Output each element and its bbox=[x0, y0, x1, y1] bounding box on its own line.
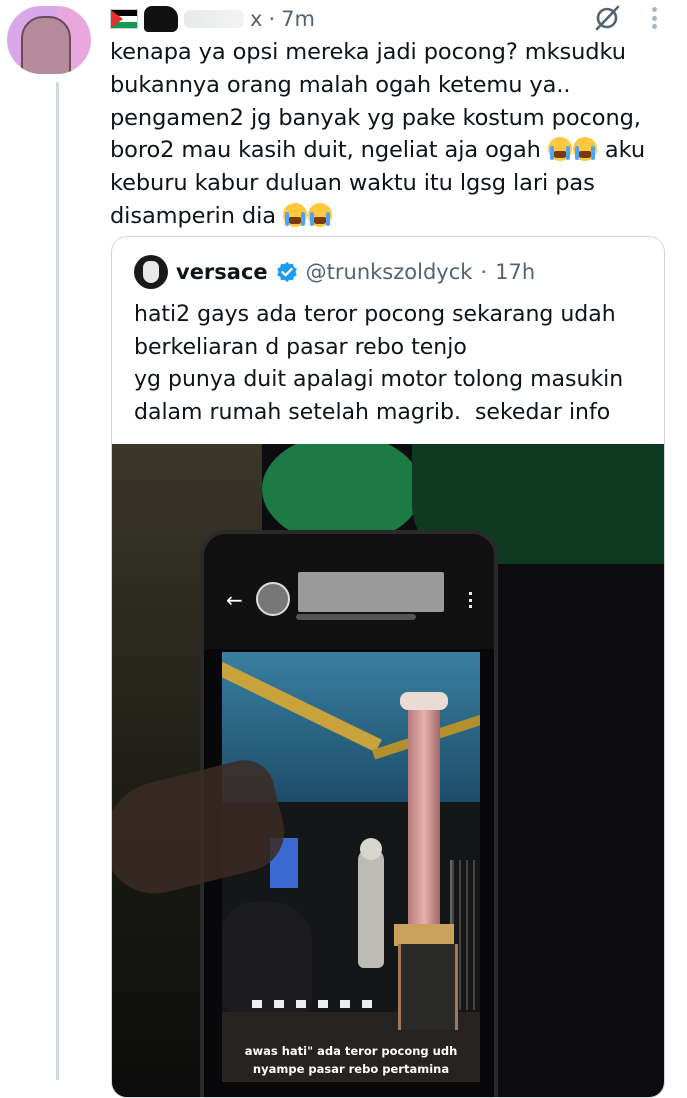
separator-dot: · bbox=[268, 7, 276, 31]
quoted-tweet-card[interactable]: versace @trunkszoldyck · 17h hati2 gays … bbox=[111, 236, 665, 1098]
tweet-actions-top bbox=[593, 4, 657, 32]
quoted-media-photo[interactable]: ← awas hati" ada teror pocong udh nyampe… bbox=[112, 444, 664, 1097]
reply-time[interactable]: 7m bbox=[281, 7, 315, 31]
story-caption-line2: nyampe pasar rebo pertamina bbox=[252, 1062, 450, 1076]
quoted-tweet-header: versace @trunkszoldyck · 17h bbox=[134, 255, 535, 289]
grok-icon[interactable] bbox=[593, 4, 621, 32]
reply-text: kenapa ya opsi mereka jadi pocong? mksud… bbox=[110, 36, 680, 233]
avatar[interactable] bbox=[7, 6, 91, 74]
verified-badge-icon bbox=[276, 262, 297, 282]
palestine-flag-icon bbox=[110, 9, 138, 29]
story-subtitle-blurred bbox=[296, 614, 416, 620]
quoted-display-name[interactable]: versace bbox=[176, 260, 268, 284]
pillar-base bbox=[394, 924, 454, 946]
loudly-crying-emoji-icon bbox=[307, 202, 332, 227]
story-caption-line1: awas hati" ada teror pocong udh bbox=[244, 1044, 458, 1058]
photo-green-object bbox=[262, 444, 422, 544]
story-avatar bbox=[256, 582, 290, 616]
quoted-time[interactable]: 17h bbox=[495, 260, 535, 284]
avatar-character bbox=[21, 16, 71, 74]
thread-connector-line bbox=[56, 82, 59, 1080]
more-options-icon[interactable] bbox=[651, 7, 657, 29]
quoted-avatar[interactable] bbox=[134, 255, 168, 289]
redacted-story-username bbox=[298, 572, 444, 612]
back-arrow-icon: ← bbox=[226, 588, 243, 612]
pillar bbox=[408, 700, 440, 926]
phone-story-header: ← bbox=[204, 534, 494, 649]
redacted-avatar-blob bbox=[144, 6, 178, 32]
pocong-figure bbox=[358, 848, 384, 968]
pillar-top bbox=[400, 692, 448, 710]
blurred-username bbox=[184, 10, 244, 28]
loudly-crying-emoji-icon bbox=[282, 202, 307, 227]
pillar-plinth bbox=[398, 944, 458, 1030]
username-fragment: x bbox=[250, 7, 263, 31]
loudly-crying-emoji-icon bbox=[572, 137, 597, 162]
motorbike bbox=[222, 902, 312, 1012]
quoted-handle[interactable]: @trunkszoldyck bbox=[306, 260, 473, 284]
pocong-head bbox=[360, 838, 382, 860]
story-more-icon bbox=[469, 592, 476, 608]
loudly-crying-emoji-icon bbox=[547, 137, 572, 162]
quoted-text: hati2 gays ada teror pocong sekarang uda… bbox=[134, 302, 624, 425]
reply-header: x · 7m bbox=[110, 4, 315, 34]
sandals-on-floor bbox=[252, 1000, 372, 1008]
separator-dot: · bbox=[480, 260, 488, 284]
